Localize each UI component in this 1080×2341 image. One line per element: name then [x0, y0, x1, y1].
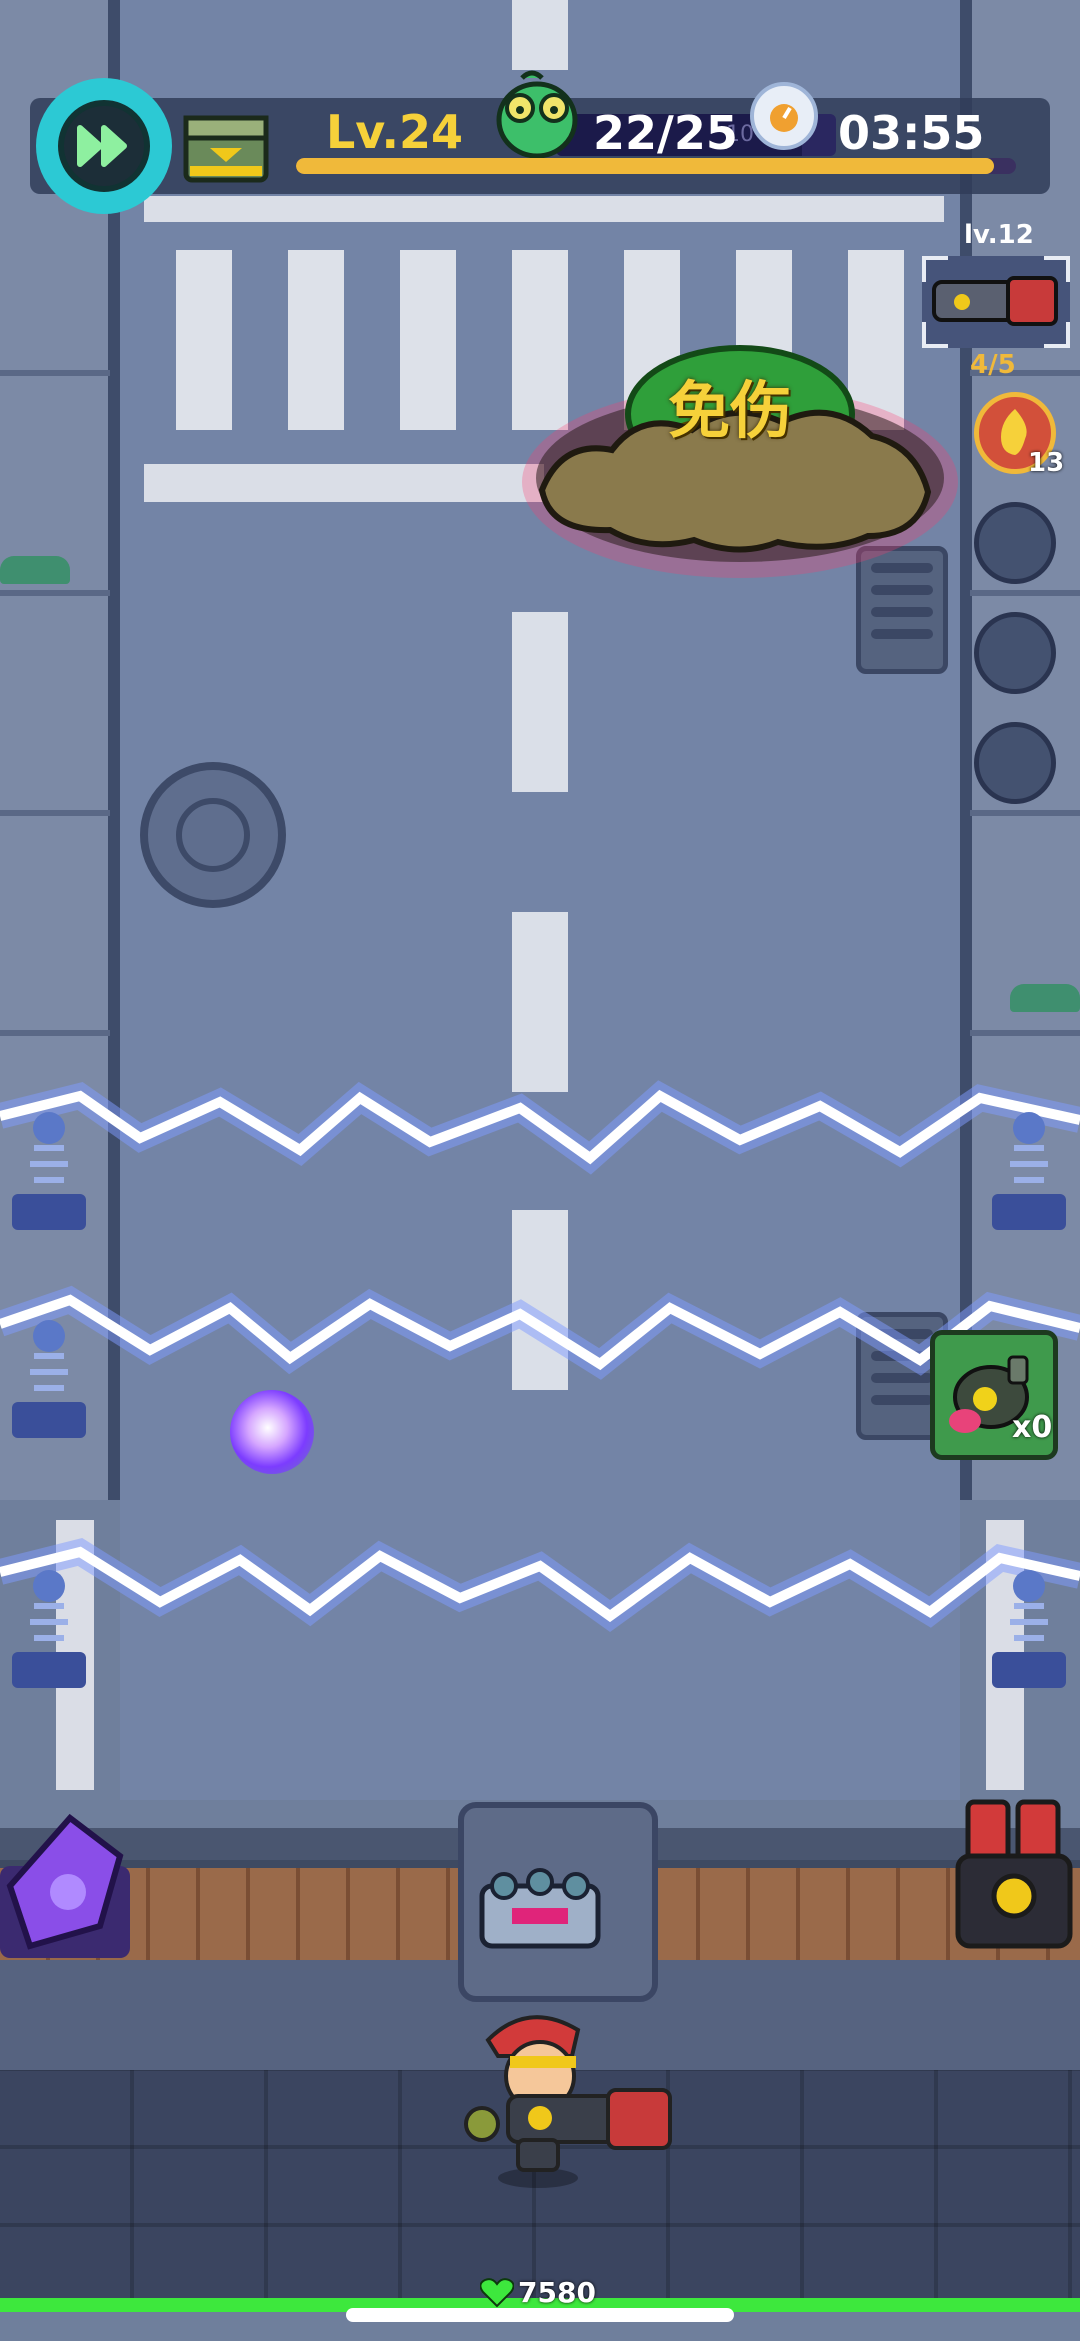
base-hp-value: 7580 — [518, 2276, 596, 2309]
supply-crate-icon[interactable] — [180, 100, 272, 186]
bomb-count: x0 — [1012, 1410, 1053, 1445]
manhole-cover — [140, 762, 286, 908]
speed-up-button[interactable] — [36, 78, 172, 214]
heart-icon — [480, 2278, 514, 2308]
home-indicator[interactable] — [346, 2308, 734, 2322]
left-sidewalk — [0, 0, 120, 1500]
energy-orb-projectile — [230, 1390, 314, 1474]
sidewalk-seam — [0, 590, 110, 596]
monster-wave-icon — [496, 70, 578, 158]
xp-progress-fill — [296, 158, 995, 174]
slot-corner — [922, 322, 948, 348]
lane-dash — [512, 0, 568, 70]
player-level: Lv.24 — [326, 105, 464, 159]
stopwatch-icon — [750, 82, 818, 150]
twin-rocket-turret[interactable] — [948, 1796, 1080, 1956]
stop-line — [144, 464, 544, 502]
slot-corner — [922, 256, 948, 282]
bush — [0, 556, 70, 584]
sidewalk-seam — [0, 370, 110, 376]
sidewalk-seam — [970, 590, 1080, 596]
wave-counter: 22/25 — [593, 106, 738, 160]
purple-cannon-turret[interactable] — [0, 1796, 140, 1966]
crosswalk-stripe — [288, 250, 344, 430]
weapon-slot[interactable] — [922, 256, 1070, 348]
tesla-coil-turret[interactable] — [4, 1316, 94, 1446]
tesla-coil-turret[interactable] — [984, 1566, 1074, 1696]
tesla-coil-turret[interactable] — [4, 1566, 94, 1696]
chest-turret[interactable] — [478, 1868, 602, 1952]
slot-corner — [1044, 322, 1070, 348]
skill-stack-count: 13 — [1028, 448, 1065, 478]
sidewalk-seam — [0, 810, 110, 816]
skill-slot-empty[interactable] — [974, 502, 1056, 584]
game-stage[interactable]: 免伤 x0 Lv.24 10 22/25 03:55 lv.12 4/5 13 … — [0, 0, 1080, 2341]
weapon-level: lv.12 — [964, 220, 1034, 250]
damage-immune-label: 免伤 — [668, 374, 793, 447]
stop-line — [144, 196, 944, 222]
lightning-barrier — [0, 1538, 1080, 1633]
lane-dash — [512, 912, 568, 1092]
crosswalk-stripe — [176, 250, 232, 430]
sidewalk-seam — [970, 810, 1080, 816]
fast-forward-icon — [77, 125, 127, 167]
round-timer: 03:55 — [838, 106, 985, 160]
xp-progress-bar — [296, 158, 1016, 174]
skill-slot-empty[interactable] — [974, 612, 1056, 694]
player-hero — [464, 2015, 672, 2188]
skill-slot-empty[interactable] — [974, 722, 1056, 804]
sidewalk-seam — [0, 1030, 110, 1036]
lane-dash — [512, 612, 568, 792]
crosswalk-stripe — [400, 250, 456, 430]
sidewalk-seam — [970, 1030, 1080, 1036]
weapon-ammo: 4/5 — [970, 350, 1016, 380]
lightning-barrier — [0, 1080, 1080, 1175]
tesla-coil-turret[interactable] — [4, 1108, 94, 1238]
bush — [1010, 984, 1080, 1012]
lightning-barrier — [0, 1285, 1080, 1380]
tesla-coil-turret[interactable] — [984, 1108, 1074, 1238]
slot-corner — [1044, 256, 1070, 282]
